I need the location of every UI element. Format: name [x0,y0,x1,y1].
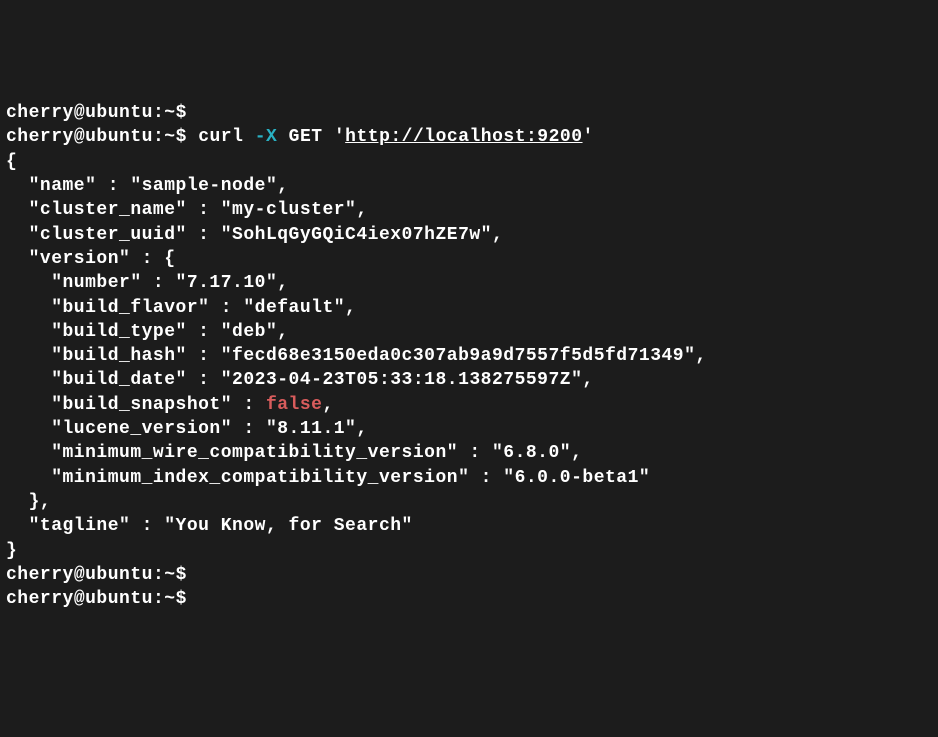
json-comma: , [322,395,333,415]
json-build-flavor: "build_flavor" : "default", [6,298,356,318]
prompt-at: @ [74,103,85,123]
json-brace-open: { [6,152,17,172]
prompt-at: @ [74,565,85,585]
json-build-type: "build_type" : "deb", [6,322,289,342]
cmd-quote: ' [334,127,345,147]
prompt-colon: : [153,565,164,585]
prompt-host: ubuntu [85,589,153,609]
prompt-path: ~ [164,127,175,147]
json-min-index: "minimum_index_compatibility_version" : … [6,468,650,488]
prompt-dollar: $ [176,127,187,147]
cmd-quote: ' [583,127,594,147]
json-tagline: "tagline" : "You Know, for Search" [6,516,413,536]
terminal-output[interactable]: cherry@ubuntu:~$ cherry@ubuntu:~$ curl -… [6,101,932,611]
prompt-path: ~ [164,103,175,123]
json-build-hash: "build_hash" : "fecd68e3150eda0c307ab9a9… [6,346,707,366]
json-brace-close: } [6,541,17,561]
prompt-path: ~ [164,565,175,585]
cmd-curl: curl [198,127,243,147]
json-lucene: "lucene_version" : "8.11.1", [6,419,368,439]
cmd-flag: -X [255,127,278,147]
prompt-host: ubuntu [85,103,153,123]
json-number: "number" : "7.17.10", [6,273,289,293]
cmd-url: http://localhost:9200 [345,127,582,147]
prompt-path: ~ [164,589,175,609]
json-cluster-uuid: "cluster_uuid" : "SohLqGyGQiC4iex07hZE7w… [6,225,503,245]
prompt-host: ubuntu [85,127,153,147]
json-false: false [266,395,323,415]
cmd-method: GET [289,127,323,147]
prompt-dollar: $ [176,589,187,609]
prompt-colon: : [153,103,164,123]
prompt-at: @ [74,589,85,609]
json-build-date: "build_date" : "2023-04-23T05:33:18.1382… [6,370,594,390]
prompt-host: ubuntu [85,565,153,585]
prompt-dollar: $ [176,565,187,585]
prompt-user: cherry [6,103,74,123]
prompt-at: @ [74,127,85,147]
prompt-user: cherry [6,127,74,147]
json-name: "name" : "sample-node", [6,176,289,196]
prompt-colon: : [153,127,164,147]
json-min-wire: "minimum_wire_compatibility_version" : "… [6,443,582,463]
prompt-user: cherry [6,589,74,609]
json-build-snapshot-label: "build_snapshot" : [6,395,266,415]
json-version-close: }, [6,492,51,512]
prompt-colon: : [153,589,164,609]
prompt-dollar: $ [176,103,187,123]
prompt-user: cherry [6,565,74,585]
json-version-open: "version" : { [6,249,176,269]
json-cluster-name: "cluster_name" : "my-cluster", [6,200,368,220]
